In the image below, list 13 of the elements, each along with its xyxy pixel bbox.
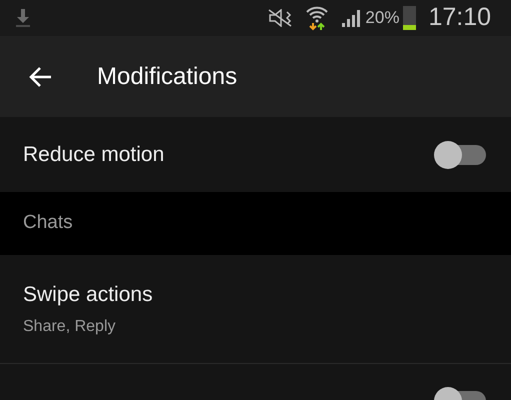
- battery-icon: [403, 6, 416, 30]
- toggle-switch[interactable]: [434, 140, 488, 168]
- download-icon: [16, 8, 30, 28]
- toolbar-title: Modifications: [97, 62, 238, 92]
- back-arrow-icon[interactable]: [28, 66, 52, 88]
- mute-icon: [267, 9, 294, 27]
- setting-label: Reduce motion: [23, 142, 166, 168]
- setting-summary: Share, Reply: [23, 316, 116, 337]
- wifi-icon: [305, 5, 330, 31]
- battery-percent: 20%: [365, 7, 400, 30]
- section-header: Chats: [23, 211, 73, 236]
- setting-label: Swipe actions: [23, 282, 154, 308]
- clock: 17:10: [428, 2, 491, 34]
